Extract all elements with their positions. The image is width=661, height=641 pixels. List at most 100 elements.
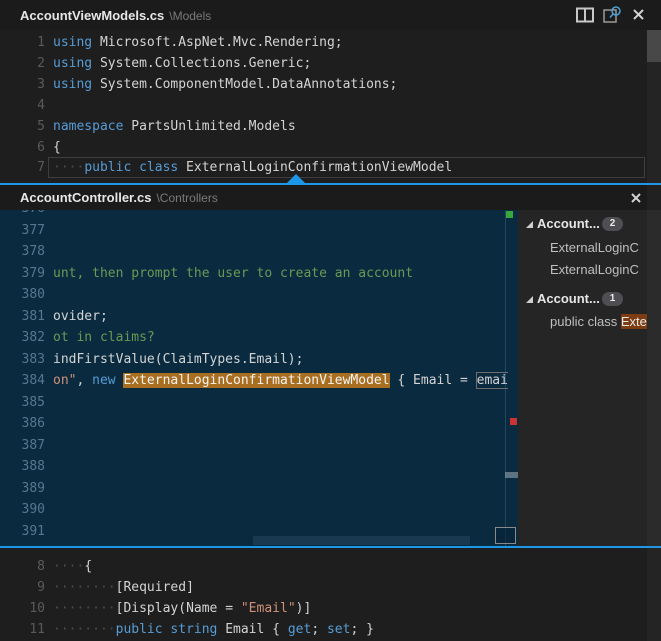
line-number: 391 (0, 521, 45, 542)
line-number: 2 (0, 53, 45, 74)
code-line: 377 (0, 220, 518, 241)
overview-mark-green (506, 211, 513, 218)
line-number: 381 (0, 306, 45, 327)
code-text[interactable]: unt, then prompt the user to create an a… (53, 263, 413, 284)
peek-title: AccountController.cs \Controllers (20, 190, 218, 205)
code-text[interactable]: ········[Required] (53, 577, 194, 598)
editor-title-bar: AccountViewModels.cs\Models (0, 0, 661, 30)
horizontal-scrollbar-thumb[interactable] (253, 536, 470, 545)
code-line: 387 (0, 435, 518, 456)
peek-references-widget: AccountController.cs \Controllers 376 377… (0, 183, 661, 548)
line-number: 385 (0, 392, 45, 413)
line-number: 390 (0, 499, 45, 520)
line-number: 378 (0, 241, 45, 262)
code-text[interactable]: ot in claims? (53, 327, 155, 348)
close-icon[interactable] (632, 8, 645, 26)
file-title: AccountViewModels.cs\Models (20, 8, 211, 23)
line-number: 388 (0, 456, 45, 477)
code-line: 379 unt, then prompt the user to create a… (0, 263, 518, 284)
line-number: 384 (0, 370, 45, 391)
line-number: 386 (0, 413, 45, 434)
peek-file-name: AccountController.cs (20, 190, 151, 205)
code-line: 8 ····{ (0, 556, 661, 577)
code-line: 388 (0, 456, 518, 477)
code-line: 3 using System.ComponentModel.DataAnnotat… (0, 74, 661, 95)
vertical-scrollbar-thumb[interactable] (505, 472, 518, 478)
overview-mark-red (510, 418, 517, 425)
code-line: 384 on", new ExternalLoginConfirmationVie… (0, 370, 518, 391)
reference-count-badge: 1 (602, 292, 623, 306)
code-line: 389 (0, 478, 518, 499)
close-icon[interactable] (630, 191, 642, 209)
code-line: 376 (0, 210, 518, 219)
scrollbar-corner (495, 527, 516, 544)
line-number: 10 (0, 598, 45, 619)
code-text[interactable]: ····public class ExternalLoginConfirmati… (53, 157, 452, 178)
line-number: 3 (0, 74, 45, 95)
code-line: 9 ········[Required] (0, 577, 661, 598)
code-text[interactable]: on", new ExternalLoginConfirmationViewMo… (53, 370, 508, 391)
open-preview-icon[interactable] (603, 6, 622, 29)
code-text[interactable]: { (53, 137, 61, 158)
peek-editor[interactable]: 376 377 378 379 unt, then prompt the user… (0, 210, 518, 546)
code-line: 390 (0, 499, 518, 520)
result-reference-row[interactable]: ExternalLoginC (518, 259, 661, 281)
code-line: 11········public string Email { get; set… (0, 619, 661, 640)
code-line: 380 (0, 284, 518, 305)
line-number: 6 (0, 137, 45, 158)
editor-pane-bottom: 8 ····{ 9 ········[Required] 10 ········[Di… (0, 548, 661, 641)
line-number: 8 (0, 556, 45, 577)
line-number: 382 (0, 327, 45, 348)
line-number: 389 (0, 478, 45, 499)
code-text[interactable]: ········public string Email { get; set; … (53, 619, 374, 640)
result-file-row[interactable]: Account... 2 (518, 213, 661, 235)
code-line: 378 (0, 241, 518, 262)
code-line: 7····public class ExternalLoginConfirmat… (0, 157, 661, 178)
result-reference-row[interactable]: public class Exte (518, 311, 661, 333)
line-number: 376 (0, 210, 45, 219)
line-number: 9 (0, 577, 45, 598)
code-text[interactable]: ········[Display(Name = "Email")] (53, 598, 311, 619)
code-text[interactable]: ovider; (53, 306, 108, 327)
code-line: 385 (0, 392, 518, 413)
line-number: 379 (0, 263, 45, 284)
editor-vertical-scrollbar[interactable] (647, 30, 661, 641)
code-text[interactable]: ····{ (53, 556, 92, 577)
expand-arrow-icon[interactable] (526, 295, 534, 304)
line-number: 4 (0, 95, 45, 116)
peek-header: AccountController.cs \Controllers (0, 185, 661, 210)
result-reference-row[interactable]: ExternalLoginC (518, 237, 661, 259)
editor-pane-top: 1 using Microsoft.AspNet.Mvc.Rendering; 2… (0, 30, 661, 183)
code-line: 10 ········[Display(Name = "Email")] (0, 598, 661, 619)
split-editor-icon[interactable] (576, 7, 594, 28)
code-text[interactable]: indFirstValue(ClaimTypes.Email); (53, 349, 303, 370)
line-number: 383 (0, 349, 45, 370)
expand-arrow-icon[interactable] (526, 220, 534, 229)
code-line: 382 ot in claims? (0, 327, 518, 348)
peek-file-path: \Controllers (156, 191, 217, 205)
vscode-editor-window: { "colors": { "accent_blue": "#1c97ea", … (0, 0, 661, 641)
result-file-name: Account... (537, 213, 600, 235)
peek-results-panel: Account... 2 ExternalLoginC ExternalLogi… (518, 210, 661, 546)
code-line: 6{ (0, 137, 661, 158)
peek-anchor-arrow (287, 174, 305, 183)
editor-scrollbar-thumb[interactable] (647, 30, 661, 62)
code-text[interactable]: namespace PartsUnlimited.Models (53, 116, 296, 137)
peek-body: 376 377 378 379 unt, then prompt the user… (0, 210, 661, 546)
result-file-row[interactable]: Account... 1 (518, 288, 661, 310)
reference-text: public class Exte (550, 311, 647, 333)
code-line: 4 (0, 95, 661, 116)
code-text[interactable]: using System.Collections.Generic; (53, 53, 311, 74)
file-path: \Models (169, 9, 211, 23)
line-number: 1 (0, 32, 45, 53)
code-line: 5namespace PartsUnlimited.Models (0, 116, 661, 137)
code-line: 2 using System.Collections.Generic; (0, 53, 661, 74)
line-number: 380 (0, 284, 45, 305)
code-text[interactable]: using Microsoft.AspNet.Mvc.Rendering; (53, 32, 343, 53)
reference-text: ExternalLoginC (550, 259, 639, 281)
reference-text: ExternalLoginC (550, 237, 639, 259)
reference-count-badge: 2 (602, 217, 623, 231)
peek-vertical-scrollbar[interactable] (505, 210, 518, 546)
code-line: 386 (0, 413, 518, 434)
code-text[interactable]: using System.ComponentModel.DataAnnotati… (53, 74, 397, 95)
